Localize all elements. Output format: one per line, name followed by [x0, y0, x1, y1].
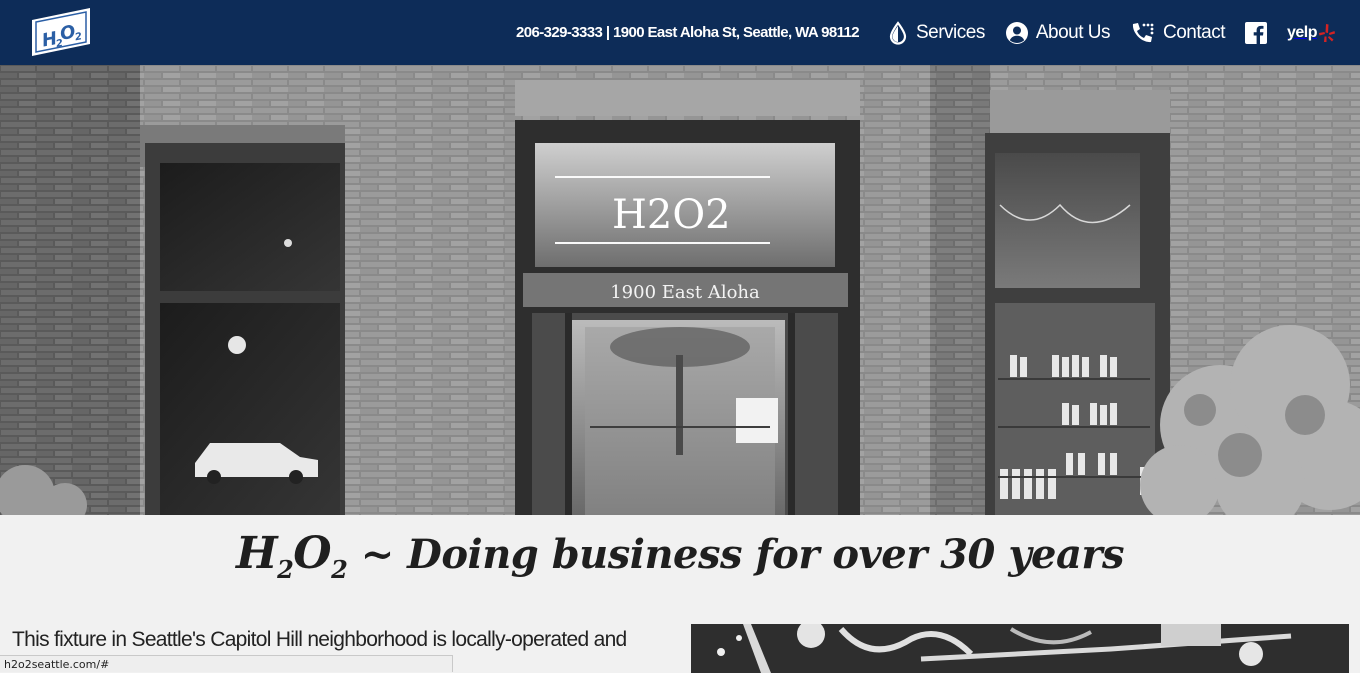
logo-badge-icon: H 2 O 2 [32, 8, 90, 56]
yelp-link[interactable]: yelp [1287, 23, 1336, 43]
top-navigation-bar: H 2 O 2 206-329-3333 | 1900 East Aloha S… [0, 0, 1360, 65]
nav-contact-label: Contact [1163, 21, 1225, 43]
yelp-wordmark: yelp [1286, 23, 1318, 41]
facebook-link[interactable] [1244, 21, 1267, 44]
headline-sub-2: 2 [331, 555, 348, 584]
window-sign: H2O2 [612, 192, 731, 238]
mural-photo [691, 624, 1349, 673]
nav-contact[interactable]: Contact [1130, 21, 1225, 45]
storefront-hero-image: H2O2 1900 East Aloha [0, 65, 1360, 515]
address-sign: 1900 East Aloha [610, 282, 760, 303]
nav-services-label: Services [915, 21, 985, 43]
browser-status-bar: h2o2seattle.com/# [0, 655, 453, 672]
nav-about-us-label: About Us [1035, 21, 1111, 43]
headline-text: ~ Doing business for over 30 years [347, 531, 1125, 578]
page-headline: H2O2 ~ Doing business for over 30 years [0, 528, 1360, 584]
headline-mark-o: O [293, 528, 332, 579]
storefront-photo: H2O2 1900 East Aloha [0, 65, 1360, 515]
intro-paragraph: This fixture in Seattle's Capitol Hill n… [12, 628, 627, 651]
mural-image [691, 624, 1349, 673]
facebook-icon [1244, 21, 1267, 44]
contact-info: 206-329-3333 | 1900 East Aloha St, Seatt… [516, 24, 860, 41]
yelp-icon [1319, 23, 1335, 42]
user-circle-icon [1005, 21, 1028, 44]
headline-mark-h: H [235, 528, 278, 579]
phone-icon [1132, 22, 1154, 42]
main-nav: 206-329-3333 | 1900 East Aloha St, Seatt… [516, 0, 1360, 65]
nav-services[interactable]: Services [887, 20, 985, 45]
nav-about-us[interactable]: About Us [1005, 21, 1111, 45]
water-drop-icon [889, 20, 907, 45]
h2o2-logo[interactable]: H 2 O 2 [30, 6, 92, 58]
headline-sub-1: 2 [277, 555, 294, 584]
